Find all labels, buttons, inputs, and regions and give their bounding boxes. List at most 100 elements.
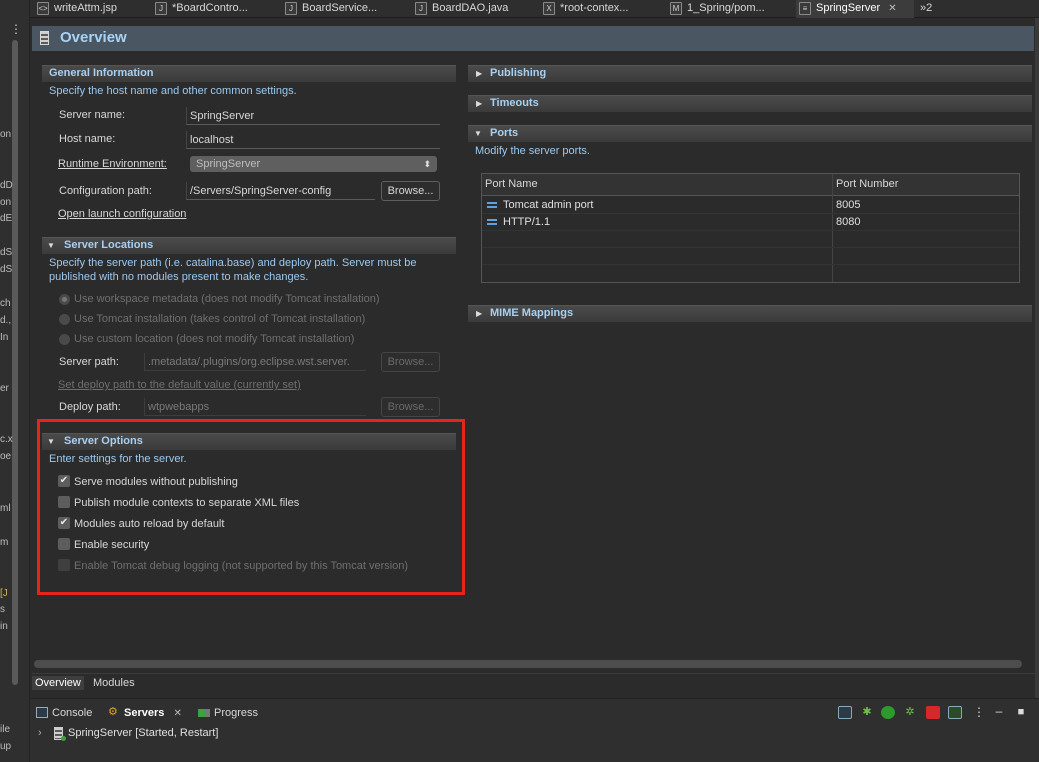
tab-pom[interactable]: M 1_Spring/pom... <box>667 0 765 18</box>
gutter-text: in <box>0 621 8 632</box>
tab-root-context[interactable]: X *root-contex... <box>540 0 628 18</box>
port-name-cell: Tomcat admin port <box>503 199 594 211</box>
workspace-metadata-radio[interactable] <box>59 294 70 305</box>
tab-overview[interactable]: Overview <box>32 676 84 690</box>
horizontal-scrollbar[interactable] <box>34 660 1022 668</box>
deploy-path-label: Deploy path: <box>59 401 121 413</box>
view-menu-icon[interactable]: ⋮ <box>972 706 986 719</box>
tab-writeattm-jsp[interactable]: <> writeAttm.jsp <box>34 0 117 18</box>
locations-description-line1: Specify the server path (i.e. catalina.b… <box>49 257 417 269</box>
chevron-right-icon[interactable]: › <box>38 727 42 739</box>
close-icon[interactable]: ✕ <box>173 708 181 719</box>
editor-page-tabs: Overview Modules <box>32 673 1035 692</box>
stop-server-icon[interactable] <box>926 706 940 719</box>
gutter-text: d., <box>0 315 12 326</box>
gutter-scrollbar[interactable] <box>12 40 18 685</box>
table-row[interactable]: Tomcat admin port 8005 <box>482 197 1019 214</box>
server-name-label: Server name: <box>59 109 126 121</box>
tab-springserver[interactable]: ≡ SpringServer ✕ <box>796 0 914 18</box>
configuration-browse-button[interactable]: Browse... <box>381 181 440 201</box>
tab-label: 1_Spring/pom... <box>687 2 765 14</box>
gutter-text: dE <box>0 213 13 224</box>
minimize-icon[interactable]: – <box>992 705 1006 719</box>
set-deploy-path-link[interactable]: Set deploy path to the default value (cu… <box>58 379 301 391</box>
timeouts-section-title: Timeouts <box>490 97 539 109</box>
server-path-input[interactable]: .metadata/.plugins/org.eclipse.wst.serve… <box>144 353 366 371</box>
port-number-cell[interactable]: 8005 <box>836 199 860 211</box>
gutter-text: [J <box>0 588 8 599</box>
gutter-text: ile <box>0 724 11 735</box>
server-path-browse-button[interactable]: Browse... <box>381 352 440 372</box>
deploy-path-input[interactable]: wtpwebapps <box>144 398 366 416</box>
host-name-input[interactable]: localhost <box>186 131 440 149</box>
gutter-text: ch <box>0 298 11 309</box>
deploy-path-browse-button[interactable]: Browse... <box>381 397 440 417</box>
server-entry-label: SpringServer [Started, Restart] <box>68 727 219 739</box>
tab-boardcontroller[interactable]: J *BoardContro... <box>152 0 248 18</box>
runtime-environment-select[interactable]: SpringServer ⬍ <box>190 156 437 172</box>
new-console-icon[interactable] <box>838 706 852 719</box>
timeouts-section-header[interactable] <box>468 95 1032 112</box>
collapse-triangle-icon[interactable]: ▼ <box>474 129 482 138</box>
column-header-port-name[interactable]: Port Name <box>485 178 538 190</box>
ports-section-header[interactable] <box>468 125 1032 142</box>
servers-view: Console ⚙ Servers ✕ Progress ✱ ✲ ⋮ – ■ ›… <box>30 698 1039 762</box>
runtime-environment-link[interactable]: Runtime Environment: <box>58 158 167 170</box>
highlight-annotation-box <box>37 419 465 595</box>
close-icon[interactable]: ✕ <box>888 3 896 14</box>
port-number-cell[interactable]: 8080 <box>836 216 860 228</box>
configuration-path-input[interactable]: /Servers/SpringServer-config <box>186 182 375 200</box>
tab-label: writeAttm.jsp <box>54 2 117 14</box>
expand-triangle-icon[interactable]: ▶ <box>476 99 482 108</box>
tab-label: Console <box>52 707 93 719</box>
start-server-icon[interactable] <box>881 706 895 719</box>
server-list-item[interactable]: › SpringServer [Started, Restart] <box>38 727 219 741</box>
port-name-cell: HTTP/1.1 <box>503 216 551 228</box>
tab-progress[interactable]: Progress <box>196 707 258 719</box>
tab-boarddao[interactable]: J BoardDAO.java <box>412 0 508 18</box>
general-section-title: General Information <box>49 67 154 79</box>
debug-icon[interactable]: ✱ <box>860 706 874 719</box>
maximize-icon[interactable]: ■ <box>1014 706 1028 719</box>
server-path-label: Server path: <box>59 356 119 368</box>
tab-overflow-button[interactable]: »2 <box>914 0 932 18</box>
workspace-metadata-label: Use workspace metadata (does not modify … <box>74 293 380 305</box>
tab-modules[interactable]: Modules <box>90 676 138 690</box>
expand-triangle-icon[interactable]: ▶ <box>476 309 482 318</box>
general-section-description: Specify the host name and other common s… <box>49 85 297 97</box>
custom-location-radio[interactable] <box>59 334 70 345</box>
tab-console[interactable]: Console <box>34 707 92 719</box>
view-menu-icon[interactable]: ⋮ <box>10 22 22 36</box>
gutter-text: m <box>0 537 9 548</box>
tab-label: *BoardContro... <box>172 2 248 14</box>
configuration-path-label: Configuration path: <box>59 185 152 197</box>
collapse-triangle-icon[interactable]: ▼ <box>47 241 55 250</box>
table-row-empty <box>482 231 1019 248</box>
tab-label: *root-contex... <box>560 2 629 14</box>
profile-icon[interactable]: ✲ <box>903 706 917 719</box>
tab-label: SpringServer <box>816 2 881 14</box>
table-row-empty <box>482 248 1019 265</box>
editor-tab-bar: <> writeAttm.jsp J *BoardContro... J BoardS… <box>30 0 1039 18</box>
tab-servers[interactable]: ⚙ Servers ✕ <box>106 707 182 720</box>
java-file-icon: J <box>285 2 297 15</box>
ports-description: Modify the server ports. <box>475 145 590 157</box>
publish-icon[interactable] <box>948 706 962 719</box>
maven-file-icon: M <box>670 2 682 15</box>
select-arrows-icon: ⬍ <box>423 159 431 169</box>
column-header-port-number[interactable]: Port Number <box>836 178 898 190</box>
table-row-empty <box>482 265 1019 282</box>
tomcat-installation-radio[interactable] <box>59 314 70 325</box>
gutter-text: c.x <box>0 434 13 445</box>
table-row[interactable]: HTTP/1.1 8080 <box>482 214 1019 231</box>
server-name-input[interactable]: SpringServer <box>186 107 440 125</box>
publishing-section-title: Publishing <box>490 67 547 79</box>
tomcat-installation-label: Use Tomcat installation (takes control o… <box>74 313 366 325</box>
runtime-environment-value: SpringServer <box>196 158 261 170</box>
open-launch-configuration-link[interactable]: Open launch configuration <box>58 208 186 220</box>
tab-boardservice[interactable]: J BoardService... <box>282 0 377 18</box>
xml-file-icon: X <box>543 2 555 15</box>
publishing-section-header[interactable] <box>468 65 1032 82</box>
server-started-icon <box>54 727 66 741</box>
expand-triangle-icon[interactable]: ▶ <box>476 69 482 78</box>
